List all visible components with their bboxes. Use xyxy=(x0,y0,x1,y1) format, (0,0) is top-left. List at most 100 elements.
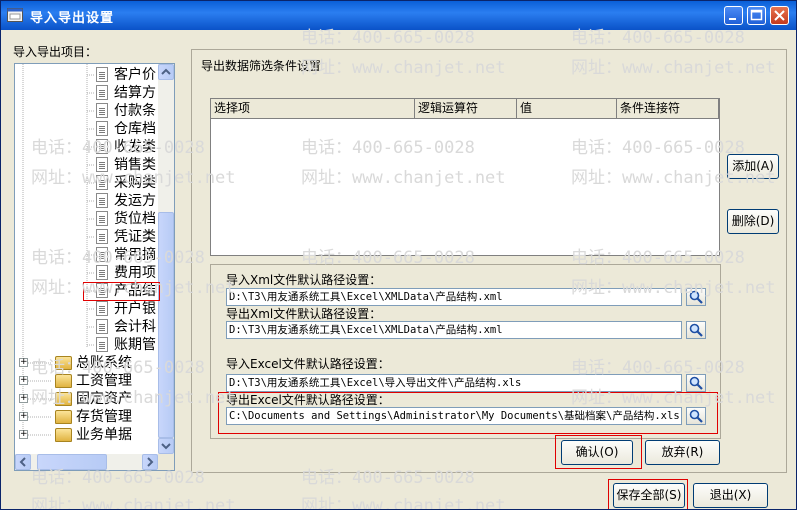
hscroll-thumb[interactable] xyxy=(37,454,107,470)
scroll-right-button[interactable] xyxy=(142,454,158,470)
minimize-icon xyxy=(729,18,736,20)
scroll-left-button[interactable] xyxy=(15,454,31,470)
folder-icon xyxy=(55,356,72,370)
column-header-select-item[interactable]: 选择项 xyxy=(211,99,415,119)
tree-item-label: 结算方 xyxy=(114,85,156,101)
tree-item-label: 凭证类 xyxy=(114,229,156,245)
chevron-down-icon xyxy=(161,443,171,450)
tree-item[interactable]: 采购类 xyxy=(15,174,158,192)
title-bar[interactable]: 导入导出设置 xyxy=(1,1,796,30)
minimize-button[interactable] xyxy=(724,6,743,25)
tree-item-label: 仓库档 xyxy=(114,121,156,137)
tree-connector xyxy=(87,344,95,346)
tree-horizontal-scrollbar[interactable] xyxy=(15,454,158,470)
scroll-thumb[interactable] xyxy=(158,212,174,438)
chevron-left-icon xyxy=(19,457,26,467)
expand-plus-icon[interactable]: + xyxy=(19,412,28,421)
import-excel-browse-button[interactable] xyxy=(686,374,706,392)
tree-item-label: 开户银 xyxy=(114,301,156,317)
tree-item[interactable]: 客户价 xyxy=(15,66,158,84)
document-icon xyxy=(96,337,108,352)
import-xml-label: 导入Xml文件默认路径设置： xyxy=(226,273,382,287)
expand-plus-icon[interactable]: + xyxy=(19,430,28,439)
tree-connector xyxy=(87,200,95,202)
tree-item[interactable]: 销售类 xyxy=(15,156,158,174)
tree-item-label: 付款条 xyxy=(114,103,156,119)
tree-item[interactable]: 账期管 xyxy=(15,336,158,354)
magnifier-icon xyxy=(689,376,703,390)
highlight-save-all-button xyxy=(608,479,688,509)
column-header-connector[interactable]: 条件连接符 xyxy=(617,99,719,119)
import-xml-browse-button[interactable] xyxy=(686,288,706,306)
tree-connector xyxy=(87,308,95,310)
tree-item-label: 会计科 xyxy=(114,319,156,335)
tree-connector xyxy=(87,272,95,274)
tree-item[interactable]: 付款条 xyxy=(15,102,158,120)
tree-item[interactable]: 货位档 xyxy=(15,210,158,228)
expand-plus-icon[interactable]: + xyxy=(19,376,28,385)
discard-button[interactable]: 放弃(R) xyxy=(645,440,720,465)
scroll-up-button[interactable] xyxy=(158,64,174,80)
import-export-items-label: 导入导出项目： xyxy=(13,45,98,59)
maximize-button[interactable] xyxy=(747,6,766,25)
delete-button[interactable]: 删除(D) xyxy=(727,209,779,234)
settings-window-icon xyxy=(7,8,23,22)
tree-group-label: 工资管理 xyxy=(76,373,132,389)
tree-item[interactable]: 发运方 xyxy=(15,192,158,210)
scroll-down-button[interactable] xyxy=(158,438,174,454)
tree-item[interactable]: 费用项 xyxy=(15,264,158,282)
tree-connector xyxy=(28,398,52,400)
chevron-up-icon xyxy=(161,68,171,75)
document-icon xyxy=(96,139,108,154)
tree-item[interactable]: 常用摘 xyxy=(15,246,158,264)
tree-group[interactable]: + 业务单据 xyxy=(15,426,158,444)
tree-group[interactable]: + 总账系统 xyxy=(15,354,158,372)
tree-connector xyxy=(28,434,52,436)
tree-item[interactable]: 会计科 xyxy=(15,318,158,336)
tree-item[interactable]: 凭证类 xyxy=(15,228,158,246)
document-icon xyxy=(96,67,108,82)
tree-item-label: 常用摘 xyxy=(114,247,156,263)
filter-grid[interactable]: 选择项 逻辑运算符 值 条件连接符 xyxy=(210,98,720,256)
tree-item-label: 费用项 xyxy=(114,265,156,281)
column-header-value[interactable]: 值 xyxy=(517,99,617,119)
export-xml-browse-button[interactable] xyxy=(686,321,706,339)
tree-item[interactable]: 结算方 xyxy=(15,84,158,102)
tree-item[interactable]: 仓库档 xyxy=(15,120,158,138)
tree-item-label: 采购类 xyxy=(114,175,156,191)
tree-vertical-scrollbar[interactable] xyxy=(158,64,174,454)
tree-connector xyxy=(87,128,95,130)
tree-item[interactable]: 收发类 xyxy=(15,138,158,156)
tree-group-label: 业务单据 xyxy=(76,427,132,443)
import-excel-path-input[interactable]: D:\T3\用友通系统工具\Excel\导入导出文件\产品结构.xls xyxy=(226,374,682,392)
folder-icon xyxy=(55,428,72,442)
item-tree[interactable]: 客户价 结算方 付款条 仓库档 收发类 销售类 采购类 发运方 货位档 凭证类 常用摘 费用项 产品结开… xyxy=(14,63,175,471)
tree-connector xyxy=(87,110,95,112)
watermark-site: 网址：www.chanjet.net xyxy=(31,496,236,510)
tree-group-label: 存货管理 xyxy=(76,409,132,425)
tree-group[interactable]: + 存货管理 xyxy=(15,408,158,426)
highlight-export-excel-path xyxy=(218,392,718,434)
add-button[interactable]: 添加(A) xyxy=(727,154,779,179)
close-window-button[interactable] xyxy=(770,6,789,25)
document-icon xyxy=(96,157,108,172)
tree-item-label: 货位档 xyxy=(114,211,156,227)
import-export-settings-window: 导入导出设置 导入导出项目： 客户价结算方付款条仓库档 收发类 销售类 采购类 发运方货… xyxy=(0,0,797,510)
tree-connector xyxy=(87,326,95,328)
document-icon xyxy=(96,85,108,100)
tree-connector xyxy=(28,380,52,382)
expand-plus-icon[interactable]: + xyxy=(19,358,28,367)
expand-plus-icon[interactable]: + xyxy=(19,394,28,403)
close-icon xyxy=(774,10,785,21)
filter-section-label: 导出数据筛选条件设置 xyxy=(201,59,322,73)
tree-connector xyxy=(28,362,52,364)
tree-item-label: 客户价 xyxy=(114,67,156,83)
tree-group[interactable]: + 固定资产 xyxy=(15,390,158,408)
import-xml-path-input[interactable]: D:\T3\用友通系统工具\Excel\XMLData\产品结构.xml xyxy=(226,288,682,306)
tree-item[interactable]: 开户银 xyxy=(15,300,158,318)
tree-group[interactable]: + 工资管理 xyxy=(15,372,158,390)
exit-button[interactable]: 退出(X) xyxy=(693,483,768,508)
export-xml-path-input[interactable]: D:\T3\用友通系统工具\Excel\XMLData\产品结构.xml xyxy=(226,321,682,339)
magnifier-icon xyxy=(689,323,703,337)
column-header-logic-operator[interactable]: 逻辑运算符 xyxy=(415,99,517,119)
